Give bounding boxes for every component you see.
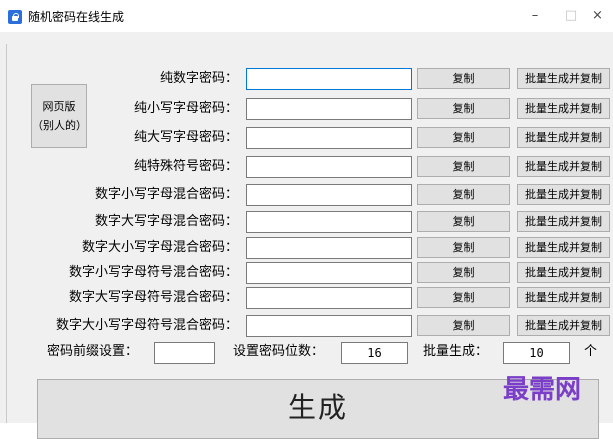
client-border <box>6 44 7 423</box>
password-output-field[interactable] <box>246 315 412 337</box>
row-label: 数字大小写字母混合密码： <box>81 240 238 255</box>
password-output-field[interactable] <box>246 184 412 206</box>
row-label: 数字大小写字母符号混合密码： <box>55 318 238 333</box>
watermark-logo: 最需网 <box>503 375 582 405</box>
copy-button[interactable]: 复制 <box>417 68 510 89</box>
prefix-input[interactable] <box>154 342 215 364</box>
lock-icon <box>8 10 22 24</box>
password-output-field[interactable] <box>246 262 412 284</box>
copy-button[interactable]: 复制 <box>417 287 510 308</box>
row-label: 数字大写字母混合密码： <box>94 214 238 229</box>
window-title: 随机密码在线生成 <box>28 10 125 24</box>
row-label: 纯大写字母密码： <box>133 130 238 145</box>
minimize-button[interactable]: – <box>520 6 550 26</box>
password-output-field[interactable] <box>246 237 412 259</box>
password-output-field[interactable] <box>246 127 412 149</box>
batch-generate-copy-button[interactable]: 批量生成并复制 <box>517 315 610 336</box>
batch-count-input[interactable]: 10 <box>503 342 570 364</box>
batch-generate-copy-button[interactable]: 批量生成并复制 <box>517 68 610 89</box>
prefix-label: 密码前缀设置： <box>47 344 139 359</box>
batch-generate-copy-button[interactable]: 批量生成并复制 <box>517 156 610 177</box>
row-label: 纯数字密码： <box>159 71 238 86</box>
copy-button[interactable]: 复制 <box>417 98 510 119</box>
batch-count-unit: 个 <box>584 344 598 359</box>
password-output-field[interactable] <box>246 156 412 178</box>
copy-button[interactable]: 复制 <box>417 262 510 283</box>
close-button[interactable]: × <box>592 6 613 26</box>
batch-generate-copy-button[interactable]: 批量生成并复制 <box>517 98 610 119</box>
batch-generate-copy-button[interactable]: 批量生成并复制 <box>517 237 610 258</box>
copy-button[interactable]: 复制 <box>417 315 510 336</box>
batch-generate-copy-button[interactable]: 批量生成并复制 <box>517 211 610 232</box>
batch-generate-copy-button[interactable]: 批量生成并复制 <box>517 287 610 308</box>
maximize-button[interactable]: □ <box>556 6 586 26</box>
batch-generate-copy-button[interactable]: 批量生成并复制 <box>517 262 610 283</box>
title-bar: 随机密码在线生成 – □ × <box>0 0 613 32</box>
length-label: 设置密码位数： <box>233 344 325 359</box>
web-version-label-line1: 网页版 <box>42 100 76 113</box>
copy-button[interactable]: 复制 <box>417 127 510 148</box>
web-version-label-line2: （别人的） <box>32 119 87 132</box>
row-label: 数字小写字母混合密码： <box>94 187 238 202</box>
length-input[interactable]: 16 <box>341 342 408 364</box>
batch-generate-copy-button[interactable]: 批量生成并复制 <box>517 127 610 148</box>
row-label: 纯小写字母密码： <box>133 101 238 116</box>
copy-button[interactable]: 复制 <box>417 211 510 232</box>
row-label: 纯特殊符号密码： <box>133 159 238 174</box>
password-output-field[interactable] <box>246 287 412 309</box>
password-output-field[interactable] <box>246 68 412 90</box>
batch-generate-copy-button[interactable]: 批量生成并复制 <box>517 184 610 205</box>
copy-button[interactable]: 复制 <box>417 237 510 258</box>
copy-button[interactable]: 复制 <box>417 156 510 177</box>
password-output-field[interactable] <box>246 211 412 233</box>
copy-button[interactable]: 复制 <box>417 184 510 205</box>
web-version-button[interactable]: 网页版 （别人的） <box>31 84 87 148</box>
batch-count-label: 批量生成： <box>423 344 489 359</box>
row-label: 数字小写字母符号混合密码： <box>68 265 238 280</box>
password-output-field[interactable] <box>246 98 412 120</box>
row-label: 数字大写字母符号混合密码： <box>68 290 238 305</box>
